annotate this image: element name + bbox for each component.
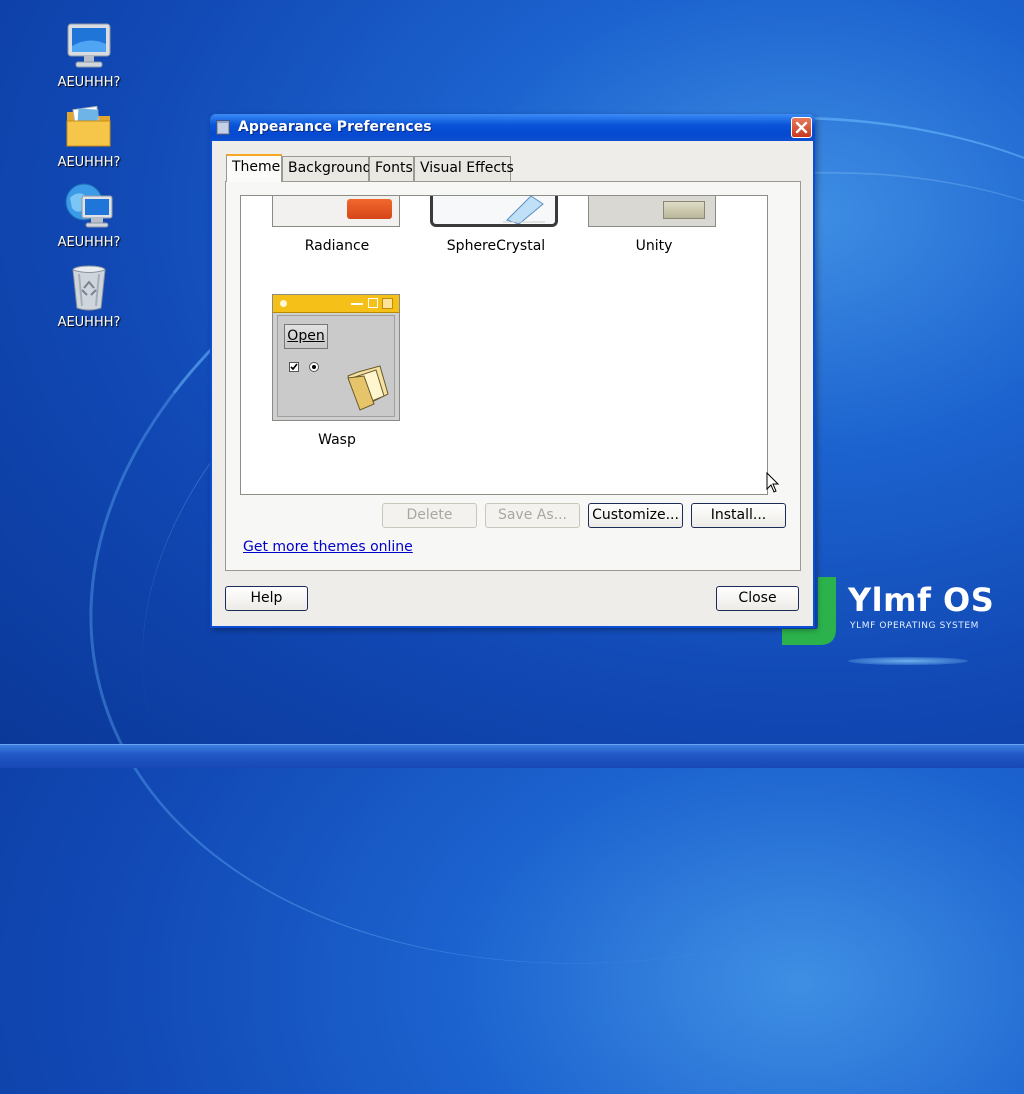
radio-dot: [312, 365, 316, 369]
tab-label: Theme: [232, 159, 281, 175]
wasp-close-icon: [382, 298, 393, 309]
tab-visual-effects[interactable]: Visual Effects: [414, 156, 514, 181]
theme-name: SphereCrystal: [446, 238, 546, 254]
wasp-minimize-icon: [351, 303, 363, 305]
wasp-window-icon: [280, 300, 287, 307]
desktop-icon-trash[interactable]: AEUHHH?: [48, 262, 130, 330]
wasp-maximize-icon: [368, 298, 378, 308]
logo-text: Ylmf OS: [848, 581, 995, 619]
help-button[interactable]: Help: [225, 586, 308, 611]
theme-list[interactable]: Radiance SphereCrystal Unity Open Wasp: [240, 195, 768, 495]
delete-button[interactable]: Delete: [382, 503, 477, 528]
home-folder-icon: [64, 102, 114, 152]
window-titlebar[interactable]: Appearance Preferences: [210, 114, 815, 141]
tab-label: Visual Effects: [420, 160, 514, 176]
close-button[interactable]: Close: [716, 586, 799, 611]
tab-label: Fonts: [375, 160, 413, 176]
logo-glow: [848, 657, 968, 665]
network-icon: [64, 182, 114, 232]
desktop-icon-label: AEUHHH?: [57, 75, 121, 90]
desktop-icon-home-folder[interactable]: AEUHHH?: [48, 102, 130, 170]
theme-name: Wasp: [318, 432, 356, 448]
desktop-icon-computer[interactable]: AEUHHH?: [48, 22, 130, 90]
wasp-client-area: Open: [277, 315, 395, 417]
taskbar[interactable]: [0, 744, 1024, 768]
theme-tab-panel: Radiance SphereCrystal Unity Open Wasp D…: [225, 181, 801, 571]
tab-background[interactable]: Background: [282, 156, 372, 181]
window-close-button[interactable]: [791, 117, 812, 138]
tab-label: Background: [288, 160, 372, 176]
desktop-icon-label: AEUHHH?: [57, 235, 121, 250]
mouse-cursor-icon: [766, 472, 780, 493]
desktop-icon-label: AEUHHH?: [57, 155, 121, 170]
trash-icon: [64, 262, 114, 312]
install-button[interactable]: Install...: [691, 503, 786, 528]
theme-name: Radiance: [304, 238, 370, 254]
save-as-button[interactable]: Save As...: [485, 503, 580, 528]
theme-name: Unity: [635, 238, 673, 254]
tab-theme[interactable]: Theme: [226, 154, 282, 182]
computer-icon: [64, 22, 114, 72]
theme-thumbnail-wasp[interactable]: Open: [272, 294, 400, 421]
unity-preview: [663, 201, 705, 219]
wasp-titlebar: [273, 295, 399, 313]
app-icon: [216, 120, 230, 135]
logo-subtitle: YLMF OPERATING SYSTEM: [850, 621, 980, 631]
theme-thumbnail-spherecrystal[interactable]: [430, 196, 558, 227]
appearance-preferences-window: Appearance Preferences Theme Background …: [210, 114, 815, 628]
wasp-preview-open-button: Open: [284, 324, 328, 349]
desktop-icon-network[interactable]: AEUHHH?: [48, 182, 130, 250]
wasp-folder-icon: [347, 365, 389, 411]
theme-thumbnail-unity[interactable]: [588, 196, 716, 227]
desktop-icon-label: AEUHHH?: [57, 315, 121, 330]
wasp-preview-radio: [309, 362, 319, 372]
radiance-preview: [347, 199, 392, 219]
window-title: Appearance Preferences: [238, 119, 432, 135]
wasp-preview-checkbox: [289, 362, 299, 372]
customize-button[interactable]: Customize...: [588, 503, 683, 528]
tab-fonts[interactable]: Fonts: [369, 156, 414, 181]
spherecrystal-preview: [503, 196, 545, 224]
theme-thumbnail-radiance[interactable]: [272, 196, 400, 227]
get-more-themes-link[interactable]: Get more themes online: [243, 539, 413, 555]
check-icon: [290, 363, 298, 371]
close-icon: [795, 121, 808, 134]
